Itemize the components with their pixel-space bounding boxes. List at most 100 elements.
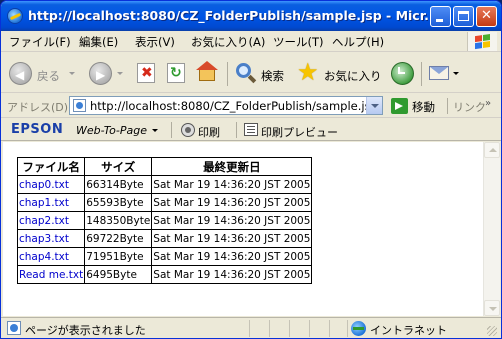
- table-row: chap2.txt 148350Byte Sat Mar 19 14:36:20…: [16, 211, 313, 230]
- menu-edit[interactable]: 編集(E): [79, 34, 118, 50]
- home-button[interactable]: [195, 59, 221, 87]
- scroll-down-icon[interactable]: [484, 300, 500, 316]
- mail-dropdown-icon[interactable]: [453, 72, 459, 75]
- menu-file[interactable]: ファイル(F): [9, 34, 71, 50]
- links-chevron-icon[interactable]: »: [485, 98, 491, 109]
- menu-favorites[interactable]: お気に入り(A): [191, 34, 265, 50]
- back-dropdown-icon[interactable]: [69, 72, 75, 75]
- back-button[interactable]: ◀ 戻る: [7, 59, 81, 87]
- window-title: http://localhost:8080/CZ_FolderPublish/s…: [28, 8, 428, 23]
- file-size: 65593Byte: [84, 193, 153, 212]
- address-input[interactable]: http://localhost:8080/CZ_FolderPublish/s…: [69, 96, 383, 115]
- table-row: Read me.txt 6495Byte Sat Mar 19 14:36:20…: [16, 265, 313, 284]
- windows-flag-icon: [475, 34, 491, 50]
- history-clock-hands: [398, 67, 405, 74]
- table-row: chap3.txt 69722Byte Sat Mar 19 14:36:20 …: [16, 229, 313, 248]
- minimize-button[interactable]: [430, 6, 451, 27]
- epson-toolbar: EPSON Web-To-Page 印刷 印刷プレビュー: [1, 119, 501, 141]
- mail-flap: [430, 67, 448, 74]
- search-button[interactable]: 検索: [233, 59, 291, 87]
- status-text: ページが表示されました: [25, 324, 146, 337]
- header-modified: 最終更新日: [151, 157, 313, 176]
- epson-separator: [171, 122, 172, 138]
- go-button[interactable]: 移動: [412, 99, 435, 115]
- stop-button[interactable]: ✖: [135, 59, 159, 87]
- minimize-icon: [436, 19, 443, 22]
- epson-logo: EPSON: [11, 122, 64, 137]
- forward-button[interactable]: ▶: [87, 59, 127, 87]
- toolbar-separator: [227, 62, 228, 86]
- status-bar: ページが表示されました イントラネット: [1, 317, 501, 338]
- intranet-globe-icon: [351, 321, 366, 336]
- print-preview-button[interactable]: 印刷プレビュー: [261, 124, 338, 140]
- refresh-glyph: ↻: [170, 65, 182, 81]
- resize-grip-icon[interactable]: [487, 326, 497, 336]
- close-button[interactable]: ✕: [476, 6, 497, 27]
- file-table: ファイル名 サイズ 最終更新日 chap0.txt 66314Byte Sat …: [16, 157, 313, 284]
- header-filename: ファイル名: [16, 157, 86, 176]
- toolbar-separator-2: [421, 62, 422, 86]
- search-label: 検索: [261, 69, 284, 83]
- print-icon[interactable]: [181, 123, 195, 137]
- file-link[interactable]: chap0.txt: [16, 175, 86, 194]
- close-icon: ✕: [481, 8, 492, 23]
- file-link[interactable]: chap4.txt: [16, 247, 86, 266]
- scroll-up-icon[interactable]: [484, 142, 500, 158]
- file-link[interactable]: chap1.txt: [16, 193, 86, 212]
- windows-logo: [467, 32, 497, 51]
- ie-logo-icon: [7, 8, 23, 24]
- file-link[interactable]: chap2.txt: [16, 211, 86, 230]
- file-date: Sat Mar 19 14:36:20 JST 2005: [151, 247, 313, 266]
- address-bar: アドレス(D) http://localhost:8080/CZ_FolderP…: [1, 94, 501, 118]
- search-handle: [247, 74, 257, 84]
- menu-tools[interactable]: ツール(T): [273, 34, 324, 50]
- epson-separator-2: [236, 122, 237, 138]
- history-button[interactable]: [389, 59, 415, 87]
- header-size: サイズ: [84, 157, 153, 176]
- table-row: chap4.txt 71951Byte Sat Mar 19 14:36:20 …: [16, 247, 313, 266]
- go-arrow-icon[interactable]: [391, 98, 408, 114]
- address-separator: [447, 98, 448, 114]
- menu-help[interactable]: ヘルプ(H): [332, 34, 384, 50]
- refresh-button[interactable]: ↻: [165, 59, 189, 87]
- forward-dropdown-icon[interactable]: [117, 72, 123, 75]
- file-date: Sat Mar 19 14:36:20 JST 2005: [151, 211, 313, 230]
- status-cell: [289, 320, 309, 337]
- web-to-page-menu[interactable]: Web-To-Page: [76, 124, 147, 137]
- zone-text: イントラネット: [370, 324, 447, 337]
- file-size: 71951Byte: [84, 247, 153, 266]
- menu-view[interactable]: 表示(V): [135, 34, 175, 50]
- page-icon: [73, 99, 86, 112]
- links-label[interactable]: リンク: [453, 99, 486, 115]
- table-header-row: ファイル名 サイズ 最終更新日: [16, 157, 313, 176]
- file-size: 69722Byte: [84, 229, 153, 248]
- mail-button[interactable]: [427, 59, 461, 87]
- favorites-button[interactable]: ★ お気に入り: [297, 59, 383, 87]
- title-bar[interactable]: http://localhost:8080/CZ_FolderPublish/s…: [1, 1, 501, 31]
- file-size: 6495Byte: [84, 265, 153, 284]
- file-date: Sat Mar 19 14:36:20 JST 2005: [151, 265, 313, 284]
- web-to-page-dropdown-icon[interactable]: [152, 129, 158, 132]
- page-content: ファイル名 サイズ 最終更新日 chap0.txt 66314Byte Sat …: [3, 142, 483, 316]
- print-button[interactable]: 印刷: [198, 124, 220, 140]
- file-link[interactable]: Read me.txt: [16, 265, 86, 284]
- menu-bar: ファイル(F) 編集(E) 表示(V) お気に入り(A) ツール(T) ヘルプ(…: [1, 31, 501, 52]
- forward-glyph: ▶: [96, 68, 106, 82]
- file-size: 66314Byte: [84, 175, 153, 194]
- maximize-button[interactable]: [453, 6, 474, 27]
- file-size: 148350Byte: [84, 211, 153, 230]
- address-url[interactable]: http://localhost:8080/CZ_FolderPublish/s…: [90, 99, 378, 113]
- status-cell: [249, 320, 269, 337]
- status-cell: [329, 320, 347, 337]
- home-icon: [199, 69, 215, 81]
- address-dropdown-icon[interactable]: [366, 97, 382, 114]
- stop-x-glyph: ✖: [141, 65, 153, 81]
- status-cell: [269, 320, 289, 337]
- standard-toolbar: ◀ 戻る ▶ ✖ ↻ 検索 ★ お気に入り: [1, 53, 501, 93]
- vertical-scrollbar[interactable]: [483, 142, 500, 316]
- file-link[interactable]: chap3.txt: [16, 229, 86, 248]
- print-preview-icon[interactable]: [244, 123, 258, 136]
- back-glyph: ◀: [15, 68, 25, 82]
- back-label: 戻る: [37, 69, 60, 83]
- address-label: アドレス(D): [7, 101, 69, 114]
